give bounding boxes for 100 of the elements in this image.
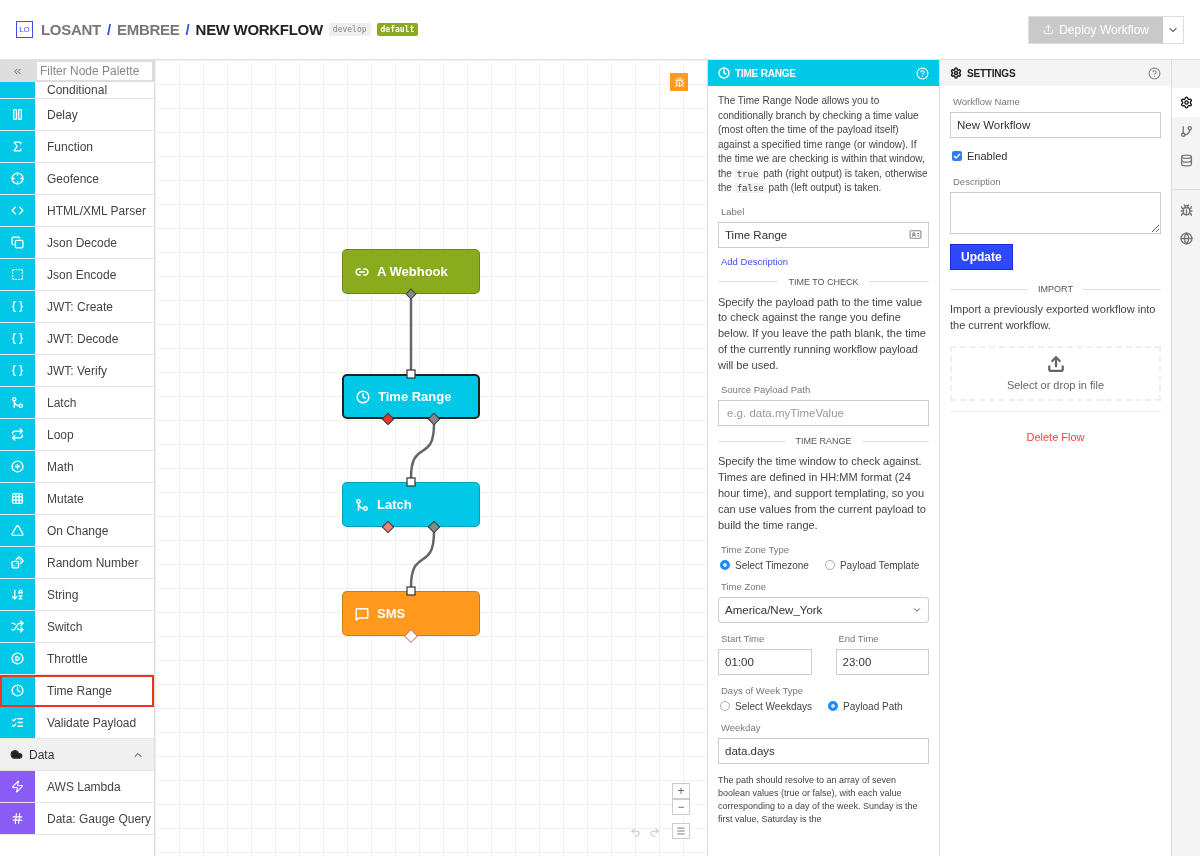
node-type-icon <box>355 606 369 621</box>
field-label: Time Zone <box>721 580 768 592</box>
palette-item[interactable]: JWT: Create <box>0 291 154 323</box>
start-time-field[interactable]: 01:00 <box>718 648 812 675</box>
palette-item[interactable]: Mutate <box>0 483 154 515</box>
node-type-icon <box>11 780 24 793</box>
palette-item[interactable]: Delay <box>0 99 154 131</box>
group-header[interactable]: Data <box>0 739 154 771</box>
weekday-field[interactable]: data.days <box>718 737 929 764</box>
label-field[interactable]: Time Range <box>718 221 929 248</box>
enabled-checkbox[interactable] <box>952 151 962 161</box>
false-port-icon[interactable] <box>381 520 395 534</box>
node-type-icon <box>11 268 24 281</box>
section-text: Specify the time window to check against. Times are defined in HH:MM format (24 hour time), and support templating, so you can use values from the current payload to build the time range. <box>718 454 927 533</box>
true-port-icon[interactable] <box>427 520 441 534</box>
breadcrumb-separator: / <box>185 21 190 38</box>
tag-badge: default <box>376 23 419 36</box>
node-type-icon <box>11 652 24 665</box>
drop-zone-text: Select or drop in file <box>1006 379 1105 392</box>
radio-option[interactable]: Select Weekdays <box>720 700 813 712</box>
node-type-icon <box>355 497 369 512</box>
zoom-in-button[interactable]: + <box>672 783 690 799</box>
node-type-icon <box>11 140 24 153</box>
node-type-icon <box>356 389 370 404</box>
update-button[interactable]: Update <box>950 244 1013 270</box>
field-label: Workflow Name <box>953 96 1021 107</box>
palette-item[interactable]: AWS Lambda <box>0 771 154 803</box>
delete-flow-button[interactable]: Delete Flow <box>1020 429 1091 444</box>
radio-option[interactable]: Payload Template <box>824 559 920 571</box>
panel-title: SETTINGS <box>967 67 1017 79</box>
palette-item[interactable]: Time Range <box>0 675 154 707</box>
palette-item[interactable]: String <box>0 579 154 611</box>
card-icon <box>909 228 922 241</box>
help-icon[interactable] <box>1148 66 1161 80</box>
panel-title: TIME RANGE <box>735 67 797 79</box>
settings-icon <box>950 67 962 79</box>
palette-item[interactable]: On Change <box>0 515 154 547</box>
menu-icon <box>676 826 686 836</box>
palette-item[interactable]: Json Decode <box>0 227 154 259</box>
node-type-icon <box>11 492 24 505</box>
palette-item[interactable]: Random Number <box>0 547 154 579</box>
breadcrumb-link[interactable]: EMBREE <box>117 21 180 38</box>
palette-item[interactable]: Loop <box>0 419 154 451</box>
upload-icon <box>1043 24 1055 35</box>
palette-item[interactable]: Json Encode <box>0 259 154 291</box>
palette-item[interactable]: Conditional <box>0 82 154 99</box>
payload-path-field[interactable]: e.g. data.myTimeValue <box>718 400 929 427</box>
side-tab[interactable] <box>1172 88 1200 117</box>
field-label: Days of Week Type <box>721 684 805 696</box>
radio-option[interactable]: Select Timezone <box>720 559 809 571</box>
input-port-icon[interactable] <box>406 369 416 379</box>
node-type-icon <box>11 588 24 601</box>
palette-item[interactable]: JWT: Verify <box>0 355 154 387</box>
connector-line <box>409 531 436 588</box>
workflow-name-field[interactable]: New Workflow <box>950 112 1161 138</box>
node-type-icon <box>11 204 24 217</box>
node-type-icon <box>11 524 24 537</box>
false-port-icon[interactable] <box>381 412 395 426</box>
palette-item[interactable]: HTML/XML Parser <box>0 195 154 227</box>
group-label: Data <box>29 747 56 762</box>
section-text: Import a previously exported workflow into the current workflow. <box>950 302 1157 333</box>
node-type-icon <box>11 364 24 377</box>
file-drop-zone[interactable]: Select or drop in file <box>950 345 1161 401</box>
palette-item[interactable]: Data: Gauge Query <box>0 803 154 835</box>
node-type-icon <box>11 684 24 697</box>
end-time-field[interactable]: 23:00 <box>835 648 929 675</box>
palette-item[interactable]: Function <box>0 131 154 163</box>
description-field[interactable] <box>950 192 1161 234</box>
breadcrumb-separator: / <box>106 21 112 38</box>
palette-item[interactable]: JWT: Decode <box>0 323 154 355</box>
output-port-icon[interactable] <box>405 288 417 300</box>
palette-item[interactable]: Geofence <box>0 163 154 195</box>
palette-item[interactable]: Throttle <box>0 643 154 675</box>
workflow-canvas[interactable]: A Webhook Time Range Latch SMS + − <box>155 60 707 856</box>
true-port-icon[interactable] <box>427 412 441 426</box>
tab-icon <box>1179 96 1193 109</box>
logo-icon[interactable]: LO <box>16 21 33 38</box>
zoom-out-button[interactable]: − <box>672 799 690 815</box>
time-zone-select[interactable]: America/New_York <box>718 596 929 623</box>
menu-button[interactable] <box>672 823 690 839</box>
palette-item[interactable]: Math <box>0 451 154 483</box>
field-label: End Time <box>838 632 880 644</box>
input-port-icon[interactable] <box>406 477 416 487</box>
filter-field[interactable]: Filter Node Palette <box>35 60 154 82</box>
radio-option[interactable]: Payload Path <box>828 700 903 712</box>
node-type-icon <box>11 236 24 249</box>
field-label: Label <box>721 205 746 217</box>
section-heading: TIME TO CHECK <box>788 276 859 287</box>
palette-item[interactable]: Latch <box>0 387 154 419</box>
node-type-icon <box>11 108 24 121</box>
palette-item[interactable]: Switch <box>0 611 154 643</box>
breadcrumb-link[interactable]: LOSANT <box>41 21 101 38</box>
add-description-link[interactable]: Add Description <box>721 255 929 267</box>
cloud-icon <box>10 748 23 761</box>
field-label: Time Zone Type <box>721 543 791 555</box>
input-port-icon[interactable] <box>406 586 416 596</box>
field-label: Start Time <box>721 632 766 644</box>
node-type-icon <box>11 172 24 185</box>
field-label: Source Payload Path <box>721 384 812 396</box>
node-description: The Time Range Node allows you to conditionally branch by checking a time value (most often the time of the payload itself) against a specified time range (or window). If the time we are checking is within that window, the true path (right output) is taken, otherwise the false path (left output) is taken. <box>718 94 929 195</box>
